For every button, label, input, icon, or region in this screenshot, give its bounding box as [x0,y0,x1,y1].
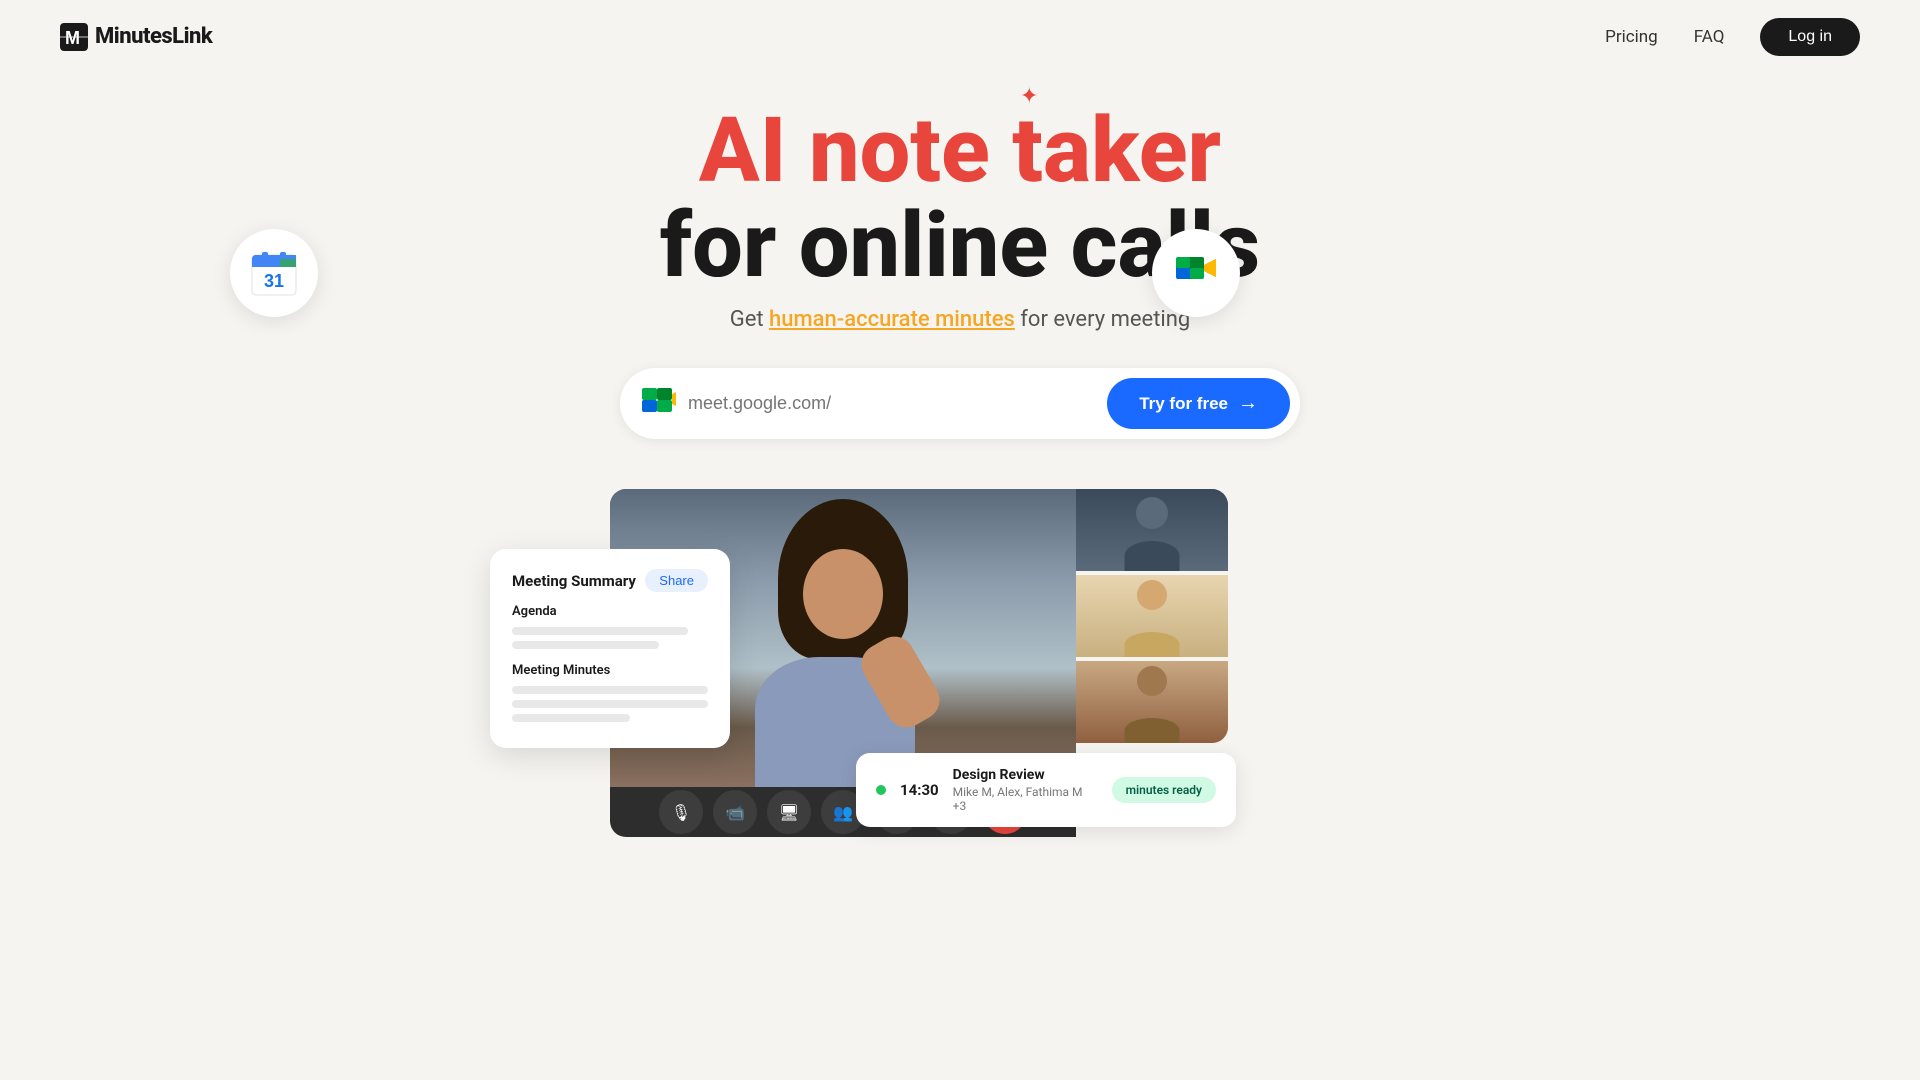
svg-text:31: 31 [264,271,284,291]
notif-info: Design Review Mike M, Alex, Fathima M +3 [953,767,1098,813]
logo-name: MinutesLink [95,24,212,49]
screen-icon: 🖥 [779,803,799,822]
google-calendar-svg: 31 [248,247,300,299]
hero-section: ✦ ✦ 31 AI n [0,74,1920,439]
hero-sub-highlight: human-accurate minutes [769,307,1015,332]
video-thumb-1 [1076,489,1228,571]
ms-line-5 [512,714,630,722]
google-calendar-icon-float: 31 [230,229,318,317]
meeting-notification: 14:30 Design Review Mike M, Alex, Fathim… [856,753,1236,827]
notif-meeting-title: Design Review [953,767,1098,783]
try-btn-arrow: → [1238,392,1258,415]
hero-title-red: AI note taker [699,98,1221,203]
navbar: M MinutesLink Pricing FAQ Log in [0,0,1920,74]
hero-sub-start: Get [730,307,769,332]
spark-top-icon: ✦ [1020,84,1038,109]
ms-header: Meeting Summary Share [512,569,708,592]
spark-left-icon: ✦ [830,129,843,148]
video-button[interactable]: 📹 [713,790,757,834]
gmeet-search-icon [640,386,676,422]
svg-text:M: M [65,28,80,48]
video-section: Meeting Summary Share Agenda Meeting Min… [0,489,1920,837]
people-icon: 👥 [833,803,853,822]
notif-participants: Mike M, Alex, Fathima M +3 [953,785,1098,813]
ms-agenda-label: Agenda [512,604,708,619]
logo-text: M MinutesLink [60,23,212,51]
google-meet-icon-float [1152,229,1240,317]
video-thumb-2 [1076,575,1228,657]
video-thumb-3 [1076,661,1228,743]
ms-line-1 [512,627,688,635]
google-meet-svg [1170,247,1222,299]
login-button[interactable]: Log in [1760,18,1860,56]
ms-line-2 [512,641,659,649]
video-grid [1076,489,1228,743]
ms-minutes-label: Meeting Minutes [512,663,708,678]
faq-link[interactable]: FAQ [1694,27,1725,47]
logo: M MinutesLink [60,23,212,51]
search-bar: Try for free → [620,368,1300,439]
hero-sub-end: for every meeting [1015,307,1190,332]
person-face [803,549,883,639]
notif-dot [876,785,886,795]
ms-line-3 [512,686,708,694]
mic-button[interactable]: 🎙 [659,790,703,834]
ms-line-4 [512,700,708,708]
try-for-free-button[interactable]: Try for free → [1107,378,1290,429]
screen-button[interactable]: 🖥 [767,790,811,834]
notif-time: 14:30 [900,781,939,799]
meeting-url-input[interactable] [688,393,1107,414]
ms-share-button[interactable]: Share [645,569,708,592]
minutes-ready-badge: minutes ready [1112,777,1216,803]
try-btn-label: Try for free [1139,394,1228,414]
video-icon: 📹 [725,803,745,822]
logo-icon: M [60,23,88,51]
meeting-summary-card: Meeting Summary Share Agenda Meeting Min… [490,549,730,748]
nav-right: Pricing FAQ Log in [1605,18,1860,56]
mic-icon: 🎙 [671,803,691,822]
pricing-link[interactable]: Pricing [1605,27,1658,47]
video-call-ui: Meeting Summary Share Agenda Meeting Min… [610,489,1390,837]
ms-card-title: Meeting Summary [512,572,636,590]
